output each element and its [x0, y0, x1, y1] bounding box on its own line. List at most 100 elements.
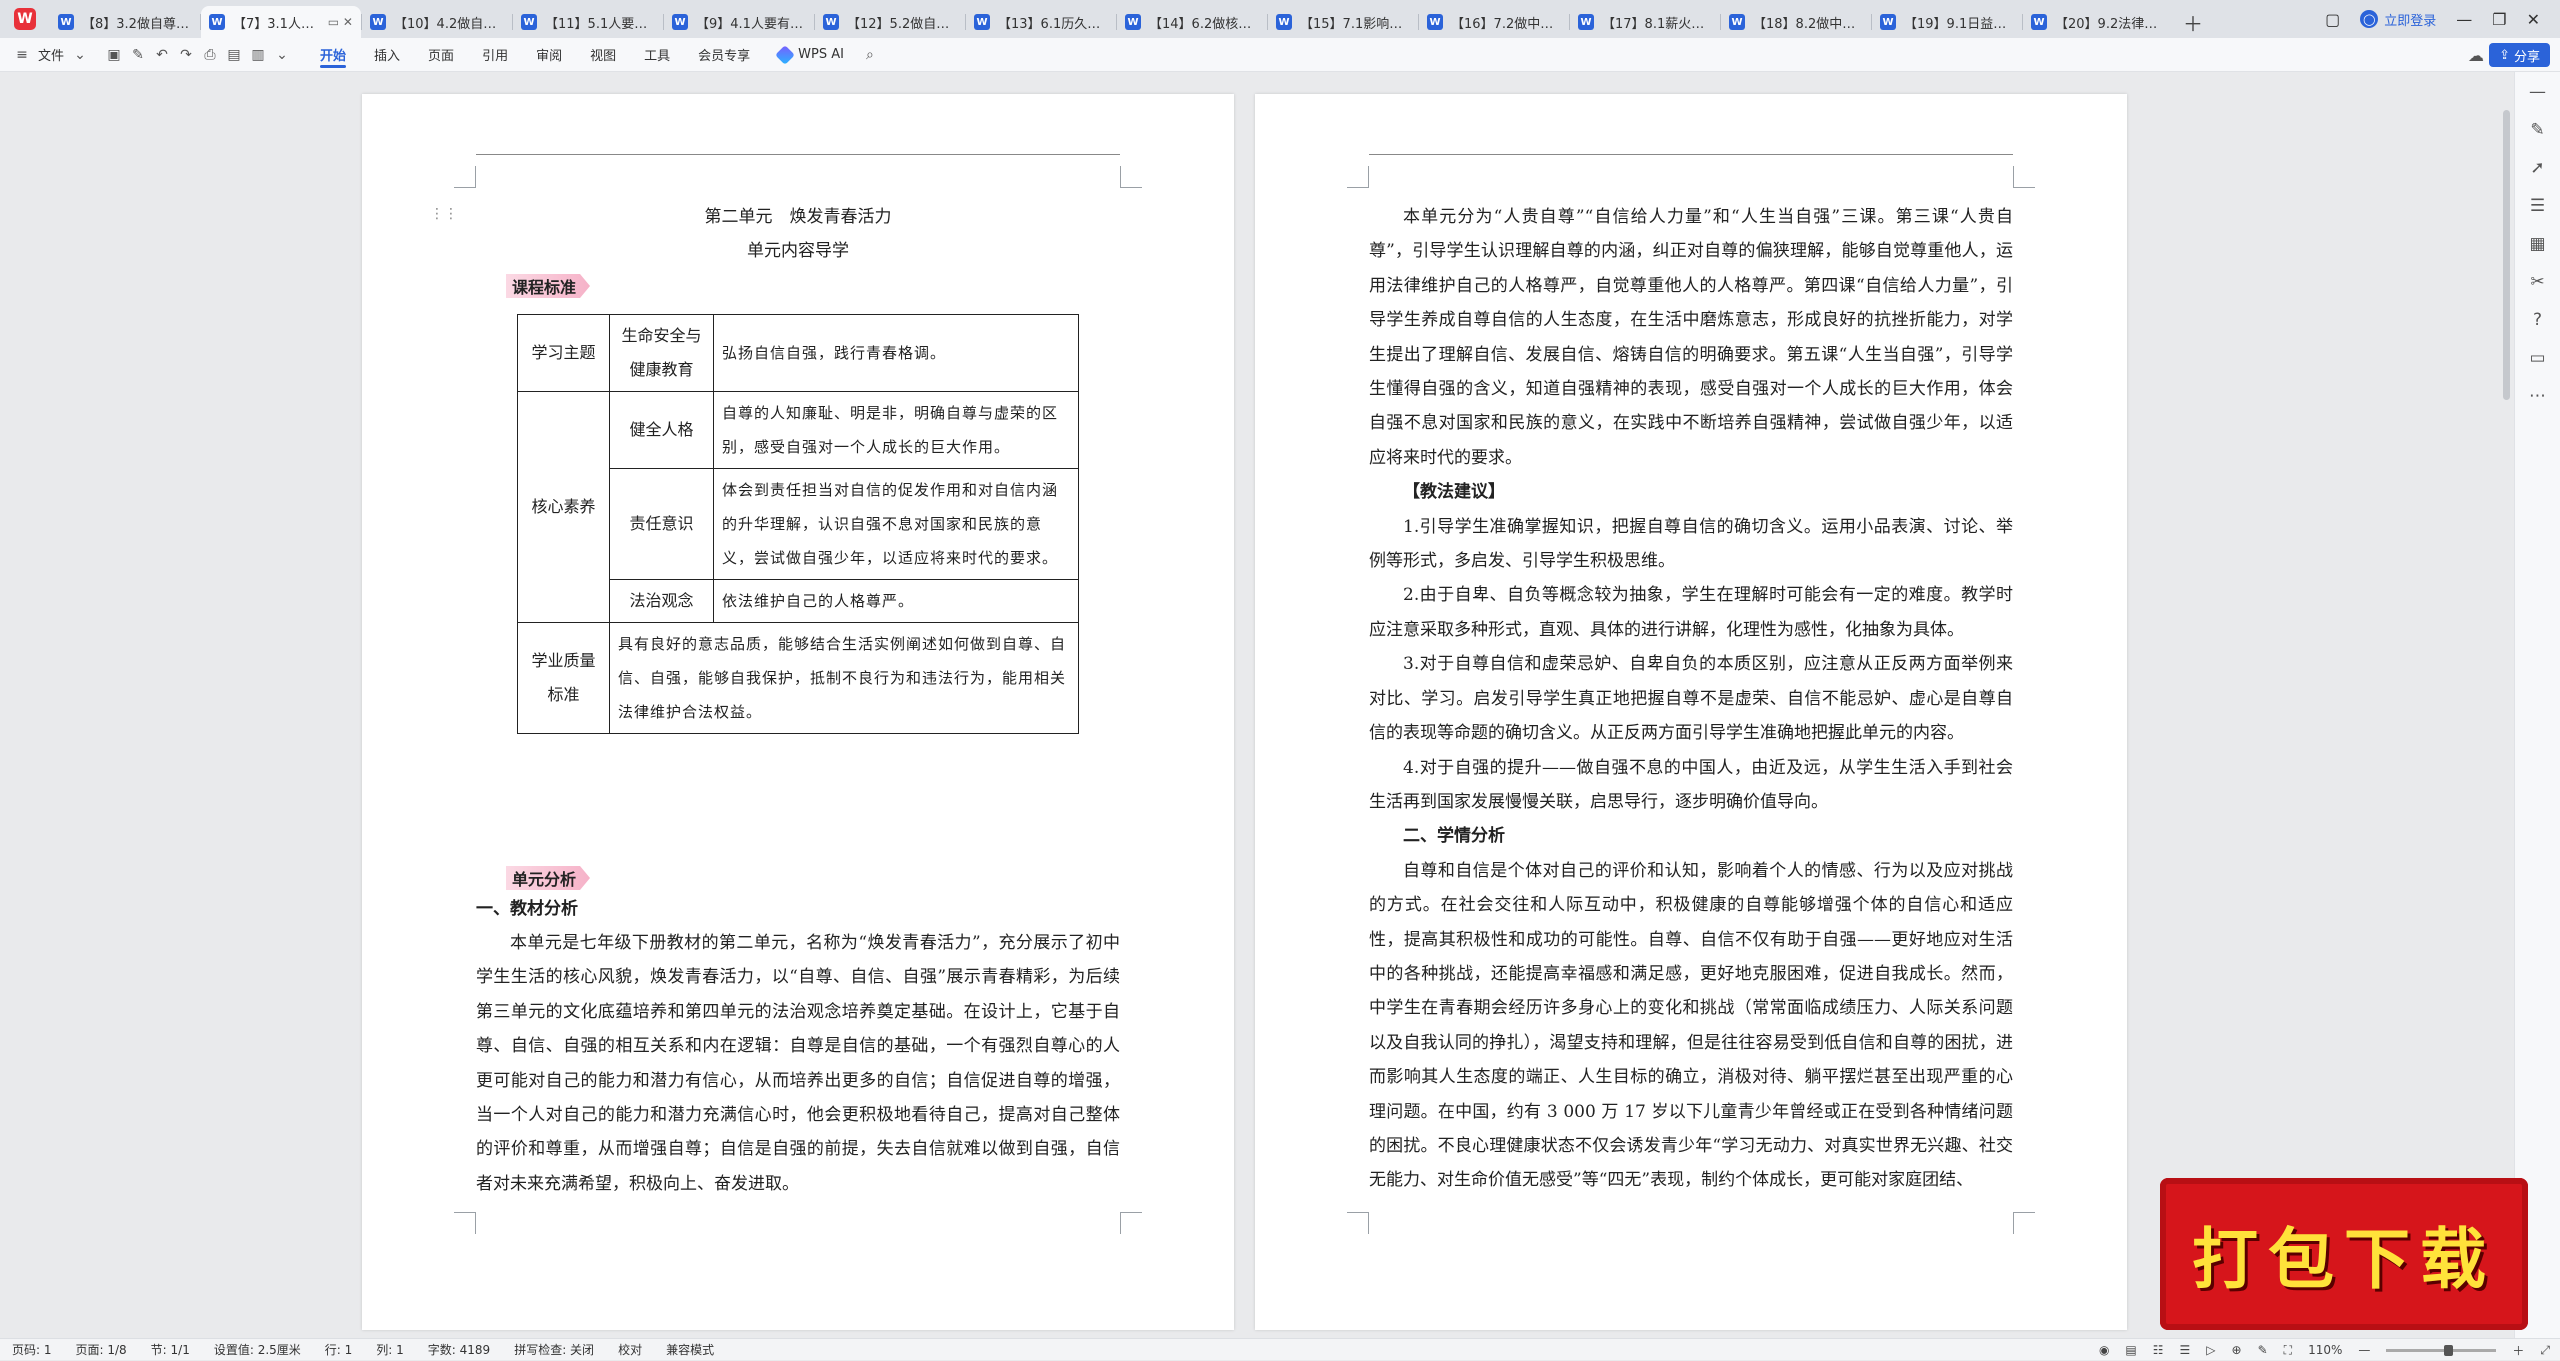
export-pdf-icon[interactable]: ▤ — [226, 47, 242, 63]
search-icon[interactable]: ⌕ — [862, 47, 878, 63]
ribbon-tab[interactable]: 视图 — [576, 38, 630, 72]
status-spell-check[interactable]: 拼写检查: 关闭 — [502, 1341, 606, 1358]
outline-view-icon[interactable]: ☰ — [2180, 1343, 2191, 1357]
document-tab[interactable]: W 【8】3.2做自尊的人 — [50, 6, 200, 38]
redo-icon[interactable]: ↷ — [178, 47, 194, 63]
document-tab-label: 【16】7.2做中华人 — [1451, 16, 1561, 32]
status-compat-mode[interactable]: 兼容模式 — [654, 1341, 726, 1358]
margin-mark — [454, 166, 476, 188]
document-tab[interactable]: W 【20】9.2法律保障 — [2023, 6, 2173, 38]
edit-icon[interactable]: ✎ — [2530, 120, 2544, 140]
document-tab[interactable]: W 【14】6.2做核心思想 — [1117, 6, 1267, 38]
tools-icon[interactable]: ✂ — [2530, 272, 2544, 292]
word-doc-icon: W — [521, 14, 537, 30]
document-tab[interactable]: W 【12】5.2做自强不息 — [815, 6, 965, 38]
ribbon-tab[interactable]: 会员专享 — [684, 38, 764, 72]
document-tab[interactable]: W 【10】4.2做自信的人 — [362, 6, 512, 38]
document-tab[interactable]: W 【19】9.1日益完善 — [1872, 6, 2022, 38]
document-page-1[interactable]: ⋮⋮ 第二单元 焕发青春活力 单元内容导学 课程标准 学习主题 生命安全与健康教… — [362, 94, 1234, 1330]
page-view-icon[interactable]: ▤ — [2125, 1343, 2136, 1357]
paragraph: 2.由于自卑、自负等概念较为抽象，学生在理解时可能会有一定的难度。教学时应注意采… — [1369, 585, 2013, 640]
document-tab[interactable]: W 【7】3.1人贵自尊 ▭ ✕ — [201, 6, 361, 38]
write-mode-icon[interactable]: ✎ — [2258, 1343, 2268, 1357]
heading-student-analysis: 二、学情分析 — [1403, 826, 1505, 847]
word-doc-icon: W — [1276, 14, 1292, 30]
download-stamp-label: 打包下载 — [2192, 1220, 2496, 1298]
close-tab-icon[interactable]: ▭ ✕ — [328, 15, 353, 29]
table-cell: 学业质量标准 — [517, 622, 610, 734]
document-tab[interactable]: W 【11】5.1人要自强 — [513, 6, 663, 38]
document-tab[interactable]: W 【16】7.2做中华人 — [1419, 6, 1569, 38]
status-section[interactable]: 节: 1/1 — [139, 1341, 202, 1358]
minimize-icon[interactable]: — — [2456, 10, 2472, 29]
status-pages[interactable]: 页面: 1/8 — [64, 1341, 139, 1358]
login-button[interactable]: ◯ 立即登录 — [2360, 10, 2436, 29]
vertical-scrollbar[interactable] — [2503, 110, 2510, 400]
document-tab[interactable]: W 【18】8.2做中华传 — [1721, 6, 1871, 38]
status-setting[interactable]: 设置值: 2.5厘米 — [202, 1341, 313, 1358]
menu-button[interactable]: ≡ 文件 ⌄ — [0, 38, 102, 72]
wps-logo[interactable]: W — [0, 0, 50, 38]
document-tab-label: 【15】7.1影响深远 — [1300, 16, 1410, 32]
table-tool-icon[interactable]: ▦ — [2529, 234, 2545, 254]
section-banner-standards: 课程标准 — [506, 274, 590, 298]
table-cell: 法治观念 — [609, 579, 714, 623]
restore-layout-icon[interactable]: ▢ — [2325, 10, 2340, 29]
more-icon[interactable]: ⋯ — [2529, 386, 2546, 406]
read-mode-icon[interactable]: ⊕ — [2232, 1343, 2242, 1357]
zoom-in-icon[interactable]: ＋ — [2512, 1342, 2524, 1359]
print-preview-icon[interactable]: ▥ — [250, 47, 266, 63]
web-view-icon[interactable]: ☷ — [2153, 1343, 2164, 1357]
maximize-icon[interactable]: ❐ — [2492, 10, 2506, 29]
ribbon-tab[interactable]: 工具 — [630, 38, 684, 72]
ribbon-tab[interactable]: 页面 — [414, 38, 468, 72]
undo-icon[interactable]: ↶ — [154, 47, 170, 63]
eye-protection-icon[interactable]: ◉ — [2099, 1343, 2109, 1357]
cloud-sync-icon[interactable]: ☁ — [2468, 46, 2484, 65]
ribbon-tab[interactable]: 开始 — [306, 38, 360, 72]
status-proofread[interactable]: 校对 — [606, 1341, 654, 1358]
fit-page-icon[interactable]: ⛶ — [2284, 1343, 2292, 1358]
zoom-slider[interactable] — [2386, 1344, 2497, 1356]
status-row[interactable]: 行: 1 — [313, 1341, 365, 1358]
ribbon-tab[interactable]: 审阅 — [522, 38, 576, 72]
tab-bar: W W 【8】3.2做自尊的人 W 【7】3.1人贵自尊 ▭ ✕ W 【10】4.2做自信的… — [0, 0, 2560, 38]
close-icon[interactable]: ✕ — [2527, 10, 2540, 29]
more-chevron-icon[interactable]: ⌄ — [274, 47, 290, 63]
share-button[interactable]: ⇪ 分享 — [2489, 43, 2550, 67]
print-icon[interactable]: ⎙ — [202, 47, 218, 63]
table-cell: 自尊的人知廉耻、明是非，明确自尊与虚荣的区别，感受自强对一个人成长的巨大作用。 — [713, 391, 1079, 469]
document-tab-label: 【11】5.1人要自强 — [545, 16, 655, 32]
document-tab-label: 【14】6.2做核心思想 — [1149, 16, 1259, 32]
settings-sliders-icon[interactable]: ☰ — [2530, 196, 2545, 216]
format-painter-icon[interactable]: ✎ — [130, 47, 146, 63]
share-icon: ⇪ — [2499, 47, 2510, 63]
new-tab-button[interactable]: ＋ — [2173, 6, 2213, 38]
download-stamp[interactable]: 打包下载 — [2160, 1178, 2528, 1330]
document-page-2[interactable]: 本单元分为“人贵自尊”“自信给人力量”和“人生当自强”三课。第三课“人贵自尊”，… — [1255, 94, 2127, 1330]
table-cell: 体会到责任担当对自信的促发作用和对自信内涵的升华理解，认识自强不息对国家和民族的… — [713, 468, 1079, 580]
status-word-count[interactable]: 字数: 4189 — [416, 1341, 502, 1358]
select-icon[interactable]: ➚ — [2530, 158, 2544, 178]
status-page-number[interactable]: 页码: 1 — [0, 1341, 64, 1358]
ribbon-tab[interactable]: 引用 — [468, 38, 522, 72]
collapse-icon[interactable]: — — [2529, 82, 2546, 102]
login-label: 立即登录 — [2384, 13, 2437, 29]
wps-ai-button[interactable]: WPS AI — [764, 44, 858, 65]
save-icon[interactable]: ▣ — [106, 47, 122, 63]
help-icon[interactable]: ? — [2533, 310, 2542, 330]
zoom-out-icon[interactable]: — — [2358, 1343, 2370, 1357]
document-tab[interactable]: W 【17】8.1薪火相传 — [1570, 6, 1720, 38]
document-tab[interactable]: W 【9】4.1人要有自信 — [664, 6, 814, 38]
document-tab[interactable]: W 【15】7.1影响深远 — [1268, 6, 1418, 38]
status-column[interactable]: 列: 1 — [364, 1341, 416, 1358]
zoom-level[interactable]: 110% — [2308, 1343, 2342, 1357]
margin-mark — [1120, 1212, 1142, 1234]
comment-icon[interactable]: ▭ — [2529, 348, 2545, 368]
curriculum-standard-table: 学习主题 生命安全与健康教育 弘扬自信自强，践行青春格调。 核心素养 健全人格 … — [517, 314, 1079, 734]
play-icon[interactable]: ▷ — [2206, 1343, 2215, 1357]
document-tab[interactable]: W 【13】6.1历久弥新 — [966, 6, 1116, 38]
ribbon-tab[interactable]: 插入 — [360, 38, 414, 72]
fullscreen-icon[interactable]: ⤢ — [2540, 1343, 2550, 1358]
paragraph: 本单元是七年级下册教材的第二单元，名称为“焕发青春活力”，充分展示了初中学生生活… — [476, 933, 1120, 1194]
